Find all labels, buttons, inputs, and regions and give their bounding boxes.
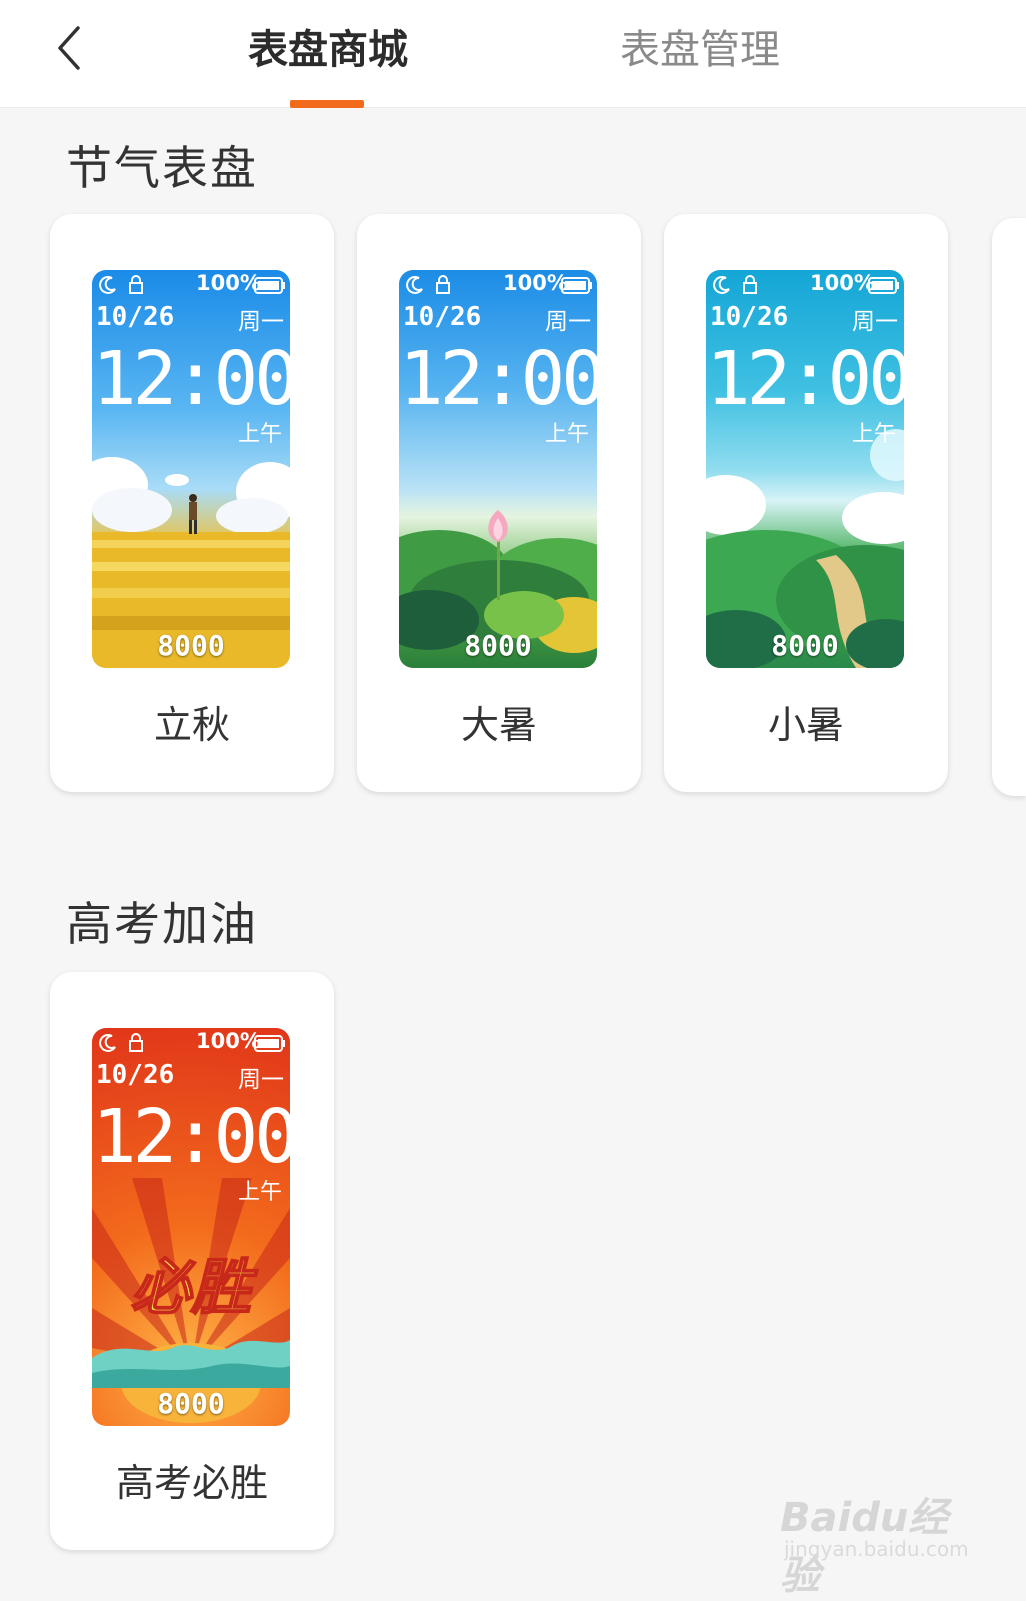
watch-face-preview: 必胜 100% 10/26 周一 12:00 上午 8000	[92, 1028, 290, 1426]
watch-date: 10/26	[403, 302, 482, 332]
battery-icon	[254, 277, 285, 294]
dial-card-xiaoshu[interactable]: 100% 10/26 周一 12:00 上午 8000 小暑	[664, 214, 948, 792]
watch-weekday: 周一	[238, 1067, 284, 1093]
battery-icon	[561, 277, 592, 294]
watch-time: 12:00	[706, 336, 904, 422]
watch-time: 12:00	[92, 336, 290, 422]
watch-date: 10/26	[96, 1060, 175, 1090]
back-button[interactable]	[44, 18, 104, 78]
battery-icon	[254, 1035, 285, 1052]
watermark-url: jingyan.baidu.com	[784, 1537, 969, 1561]
dial-name: 高考必胜	[115, 1461, 268, 1505]
tab-dial-store[interactable]: 表盘商城	[228, 18, 428, 82]
lock-icon	[436, 275, 450, 294]
watch-date: 10/26	[710, 302, 789, 332]
moon-icon	[713, 276, 730, 294]
section-title-solar-terms: 节气表盘	[66, 141, 258, 195]
watch-steps: 8000	[157, 1387, 225, 1420]
watch-face-preview: 100% 10/26 周一 12:00 上午 8000	[706, 270, 904, 668]
watch-face-preview: 100% 10/26 周一 12:00 上午 8000	[399, 270, 597, 668]
status-bar: 100%	[706, 270, 904, 300]
watch-steps: 8000	[464, 629, 532, 662]
dial-card-gaokao[interactable]: 必胜 100% 10/26 周一 12:00 上午 8000 高考必胜	[50, 972, 334, 1550]
lock-icon	[129, 1033, 143, 1052]
dial-name: 立秋	[153, 703, 230, 747]
battery-percent: 100%	[196, 271, 261, 295]
watch-face-preview: 100% 10/26 周一 12:00 上午 8000	[92, 270, 290, 668]
active-tab-indicator	[290, 100, 364, 108]
battery-icon	[868, 277, 899, 294]
chevron-left-icon	[58, 26, 80, 70]
section-title-gaokao: 高考加油	[66, 897, 258, 951]
watch-time: 12:00	[92, 1094, 290, 1180]
dial-card-partial[interactable]	[992, 218, 1026, 796]
dial-card-dashu[interactable]: 100% 10/26 周一 12:00 上午 8000 大暑	[357, 214, 641, 792]
status-bar: 100%	[92, 270, 290, 300]
baidu-watermark: Baidu经验 jingyan.baidu.com	[780, 1485, 980, 1599]
battery-percent: 100%	[810, 271, 875, 295]
tab-dial-management[interactable]: 表盘管理	[600, 18, 800, 82]
watch-weekday: 周一	[852, 309, 898, 335]
watch-ampm: 上午	[544, 422, 589, 447]
moon-icon	[99, 1034, 116, 1052]
battery-percent: 100%	[503, 271, 568, 295]
watch-weekday: 周一	[545, 309, 591, 335]
watch-ampm: 上午	[237, 422, 282, 447]
watch-steps: 8000	[771, 629, 839, 662]
lock-icon	[129, 275, 143, 294]
watch-steps: 8000	[157, 629, 225, 662]
moon-icon	[99, 276, 116, 294]
watch-weekday: 周一	[238, 309, 284, 335]
watch-date: 10/26	[96, 302, 175, 332]
moon-icon	[406, 276, 423, 294]
status-bar: 100%	[92, 1028, 290, 1058]
battery-percent: 100%	[196, 1029, 261, 1053]
art-title: 必胜	[131, 1253, 258, 1323]
dial-name: 大暑	[460, 703, 537, 747]
watch-ampm: 上午	[851, 422, 896, 447]
dial-card-liqiu[interactable]: 100% 10/26 周一 12:00 上午 8000 立秋	[50, 214, 334, 792]
top-nav-bar: 表盘商城 表盘管理	[0, 0, 1026, 108]
lock-icon	[743, 275, 757, 294]
dial-name: 小暑	[767, 703, 844, 747]
watch-ampm: 上午	[237, 1180, 282, 1205]
status-bar: 100%	[399, 270, 597, 300]
watch-time: 12:00	[399, 336, 597, 422]
